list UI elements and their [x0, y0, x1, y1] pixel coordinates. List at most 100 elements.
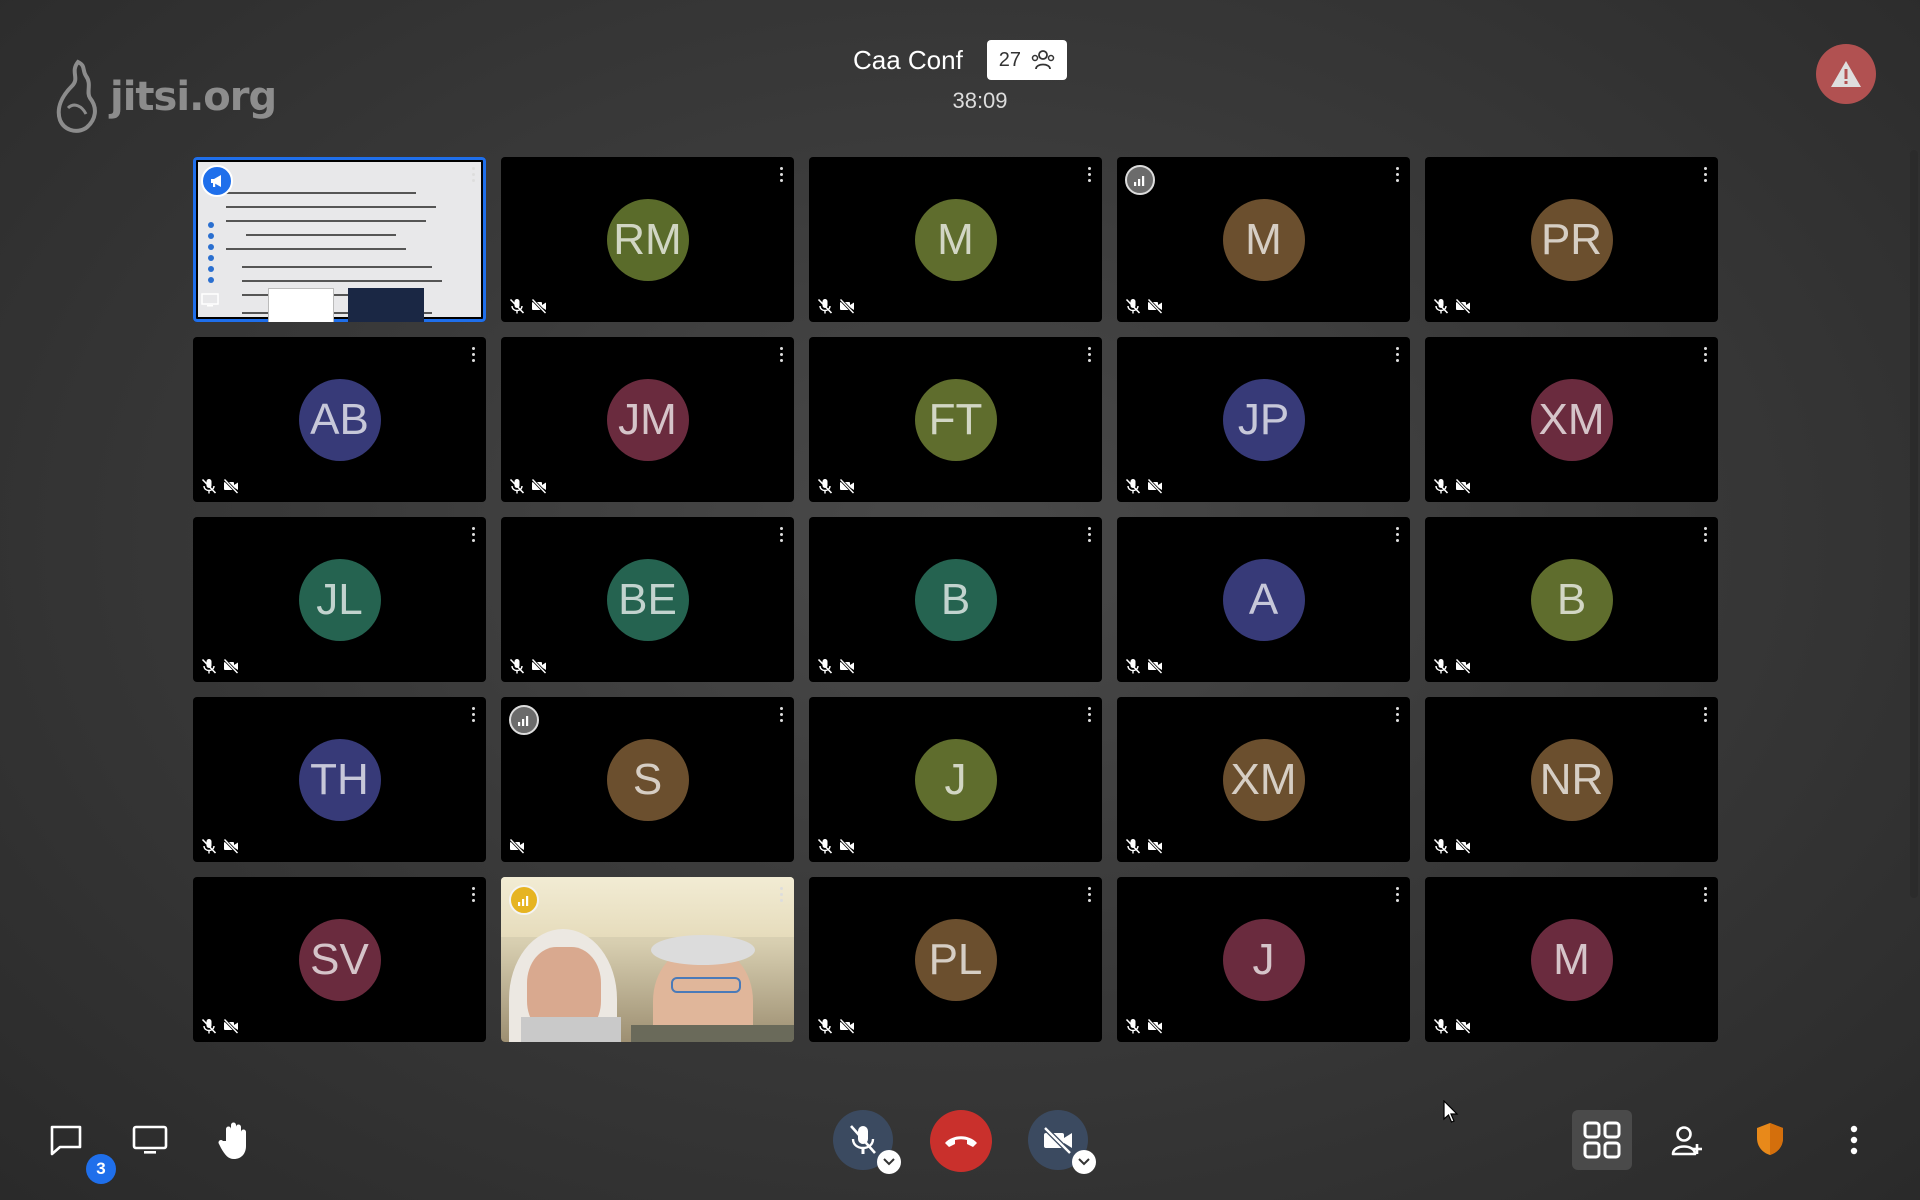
tile-menu-button[interactable]: [1086, 167, 1092, 182]
tile-view-button[interactable]: [1572, 1110, 1632, 1170]
tile-menu-button[interactable]: [1702, 527, 1708, 542]
tile-menu-button[interactable]: [1702, 167, 1708, 182]
tile-menu-button[interactable]: [470, 707, 476, 722]
chat-button[interactable]: 3: [44, 1118, 116, 1184]
microphone-muted-icon: [1433, 1018, 1449, 1034]
microphone-muted-icon: [201, 478, 217, 494]
camera-off-icon: [531, 298, 547, 314]
connection-indicator-icon[interactable]: [1125, 165, 1155, 195]
camera-off-icon: [1147, 838, 1163, 854]
participant-tile[interactable]: PR: [1425, 157, 1718, 322]
tile-menu-button[interactable]: [470, 347, 476, 362]
tile-menu-button[interactable]: [1702, 347, 1708, 362]
participant-tile[interactable]: A: [1117, 517, 1410, 682]
camera-off-icon: [223, 478, 239, 494]
tile-menu-button[interactable]: [470, 887, 476, 902]
participant-tile[interactable]: [501, 877, 794, 1042]
participant-avatar: XM: [1222, 738, 1305, 821]
chat-icon: [50, 1125, 82, 1156]
participant-tile[interactable]: B: [809, 517, 1102, 682]
participant-tile[interactable]: JM: [501, 337, 794, 502]
tile-menu-button[interactable]: [1086, 887, 1092, 902]
microphone-muted-icon: [201, 658, 217, 674]
audio-settings-chevron[interactable]: [877, 1150, 901, 1174]
media-status-indicators: [1125, 838, 1163, 854]
participant-tile[interactable]: [193, 157, 486, 322]
participant-tile[interactable]: AB: [193, 337, 486, 502]
mute-microphone-button[interactable]: [833, 1110, 901, 1174]
tile-menu-button[interactable]: [778, 347, 784, 362]
camera-off-icon: [1147, 658, 1163, 674]
media-status-indicators: [1433, 298, 1471, 314]
microphone-muted-icon: [1125, 838, 1141, 854]
participant-avatar: XM: [1530, 378, 1613, 461]
participant-avatar: B: [1530, 558, 1613, 641]
participant-tile[interactable]: J: [809, 697, 1102, 862]
participant-tile[interactable]: M: [1425, 877, 1718, 1042]
tile-menu-button[interactable]: [778, 527, 784, 542]
media-status-indicators: [201, 1018, 239, 1034]
participant-avatar: PL: [914, 918, 997, 1001]
tile-menu-button[interactable]: [1702, 887, 1708, 902]
tile-menu-button[interactable]: [1086, 707, 1092, 722]
participant-tile[interactable]: S: [501, 697, 794, 862]
participant-tile[interactable]: JP: [1117, 337, 1410, 502]
hangup-button[interactable]: [930, 1110, 992, 1172]
tile-menu-button[interactable]: [778, 887, 784, 902]
camera-off-icon: [1455, 658, 1471, 674]
invite-button[interactable]: [1664, 1118, 1710, 1164]
microphone-muted-icon: [817, 838, 833, 854]
participant-count-badge[interactable]: 27: [986, 40, 1068, 80]
participant-avatar: A: [1222, 558, 1305, 641]
participant-avatar: M: [914, 198, 997, 281]
participant-tile[interactable]: BE: [501, 517, 794, 682]
participant-tile[interactable]: J: [1117, 877, 1410, 1042]
participant-tile[interactable]: RM: [501, 157, 794, 322]
participant-tile[interactable]: NR: [1425, 697, 1718, 862]
participant-tile[interactable]: FT: [809, 337, 1102, 502]
participant-tile[interactable]: XM: [1425, 337, 1718, 502]
camera-off-icon: [1455, 1018, 1471, 1034]
tile-menu-button[interactable]: [778, 707, 784, 722]
microphone-muted-icon: [1433, 658, 1449, 674]
participant-avatar: JL: [298, 558, 381, 641]
participant-tile[interactable]: B: [1425, 517, 1718, 682]
tile-menu-button[interactable]: [1086, 527, 1092, 542]
microphone-muted-icon: [817, 298, 833, 314]
camera-off-icon: [1455, 298, 1471, 314]
tile-menu-button[interactable]: [1086, 347, 1092, 362]
screenshare-button[interactable]: [128, 1118, 172, 1162]
participant-tile[interactable]: TH: [193, 697, 486, 862]
tile-menu-button[interactable]: [1394, 707, 1400, 722]
tile-menu-button[interactable]: [470, 527, 476, 542]
tile-menu-button[interactable]: [470, 167, 476, 182]
microphone-muted-icon: [1433, 838, 1449, 854]
camera-off-icon: [1147, 298, 1163, 314]
media-status-indicators: [817, 838, 855, 854]
connection-indicator-icon[interactable]: [509, 705, 539, 735]
raise-hand-button[interactable]: [212, 1116, 260, 1164]
tile-menu-button[interactable]: [1702, 707, 1708, 722]
more-actions-button[interactable]: [1834, 1118, 1874, 1162]
warning-button[interactable]: [1816, 44, 1876, 104]
participant-tile[interactable]: PL: [809, 877, 1102, 1042]
shield-icon: [1757, 1123, 1783, 1155]
tile-menu-button[interactable]: [1394, 347, 1400, 362]
security-options-button[interactable]: [1748, 1116, 1792, 1162]
microphone-muted-icon: [201, 838, 217, 854]
connection-indicator-icon[interactable]: [509, 885, 539, 915]
video-settings-chevron[interactable]: [1072, 1150, 1096, 1174]
media-status-indicators: [817, 1018, 855, 1034]
tile-menu-button[interactable]: [1394, 167, 1400, 182]
tile-menu-button[interactable]: [1394, 527, 1400, 542]
grid-scrollbar[interactable]: [1910, 150, 1918, 898]
toggle-camera-button[interactable]: [1028, 1110, 1096, 1174]
participant-tile[interactable]: SV: [193, 877, 486, 1042]
participant-tile[interactable]: XM: [1117, 697, 1410, 862]
tile-menu-button[interactable]: [1394, 887, 1400, 902]
microphone-muted-icon: [817, 658, 833, 674]
tile-menu-button[interactable]: [778, 167, 784, 182]
participant-tile[interactable]: JL: [193, 517, 486, 682]
participant-tile[interactable]: M: [809, 157, 1102, 322]
participant-tile[interactable]: M: [1117, 157, 1410, 322]
